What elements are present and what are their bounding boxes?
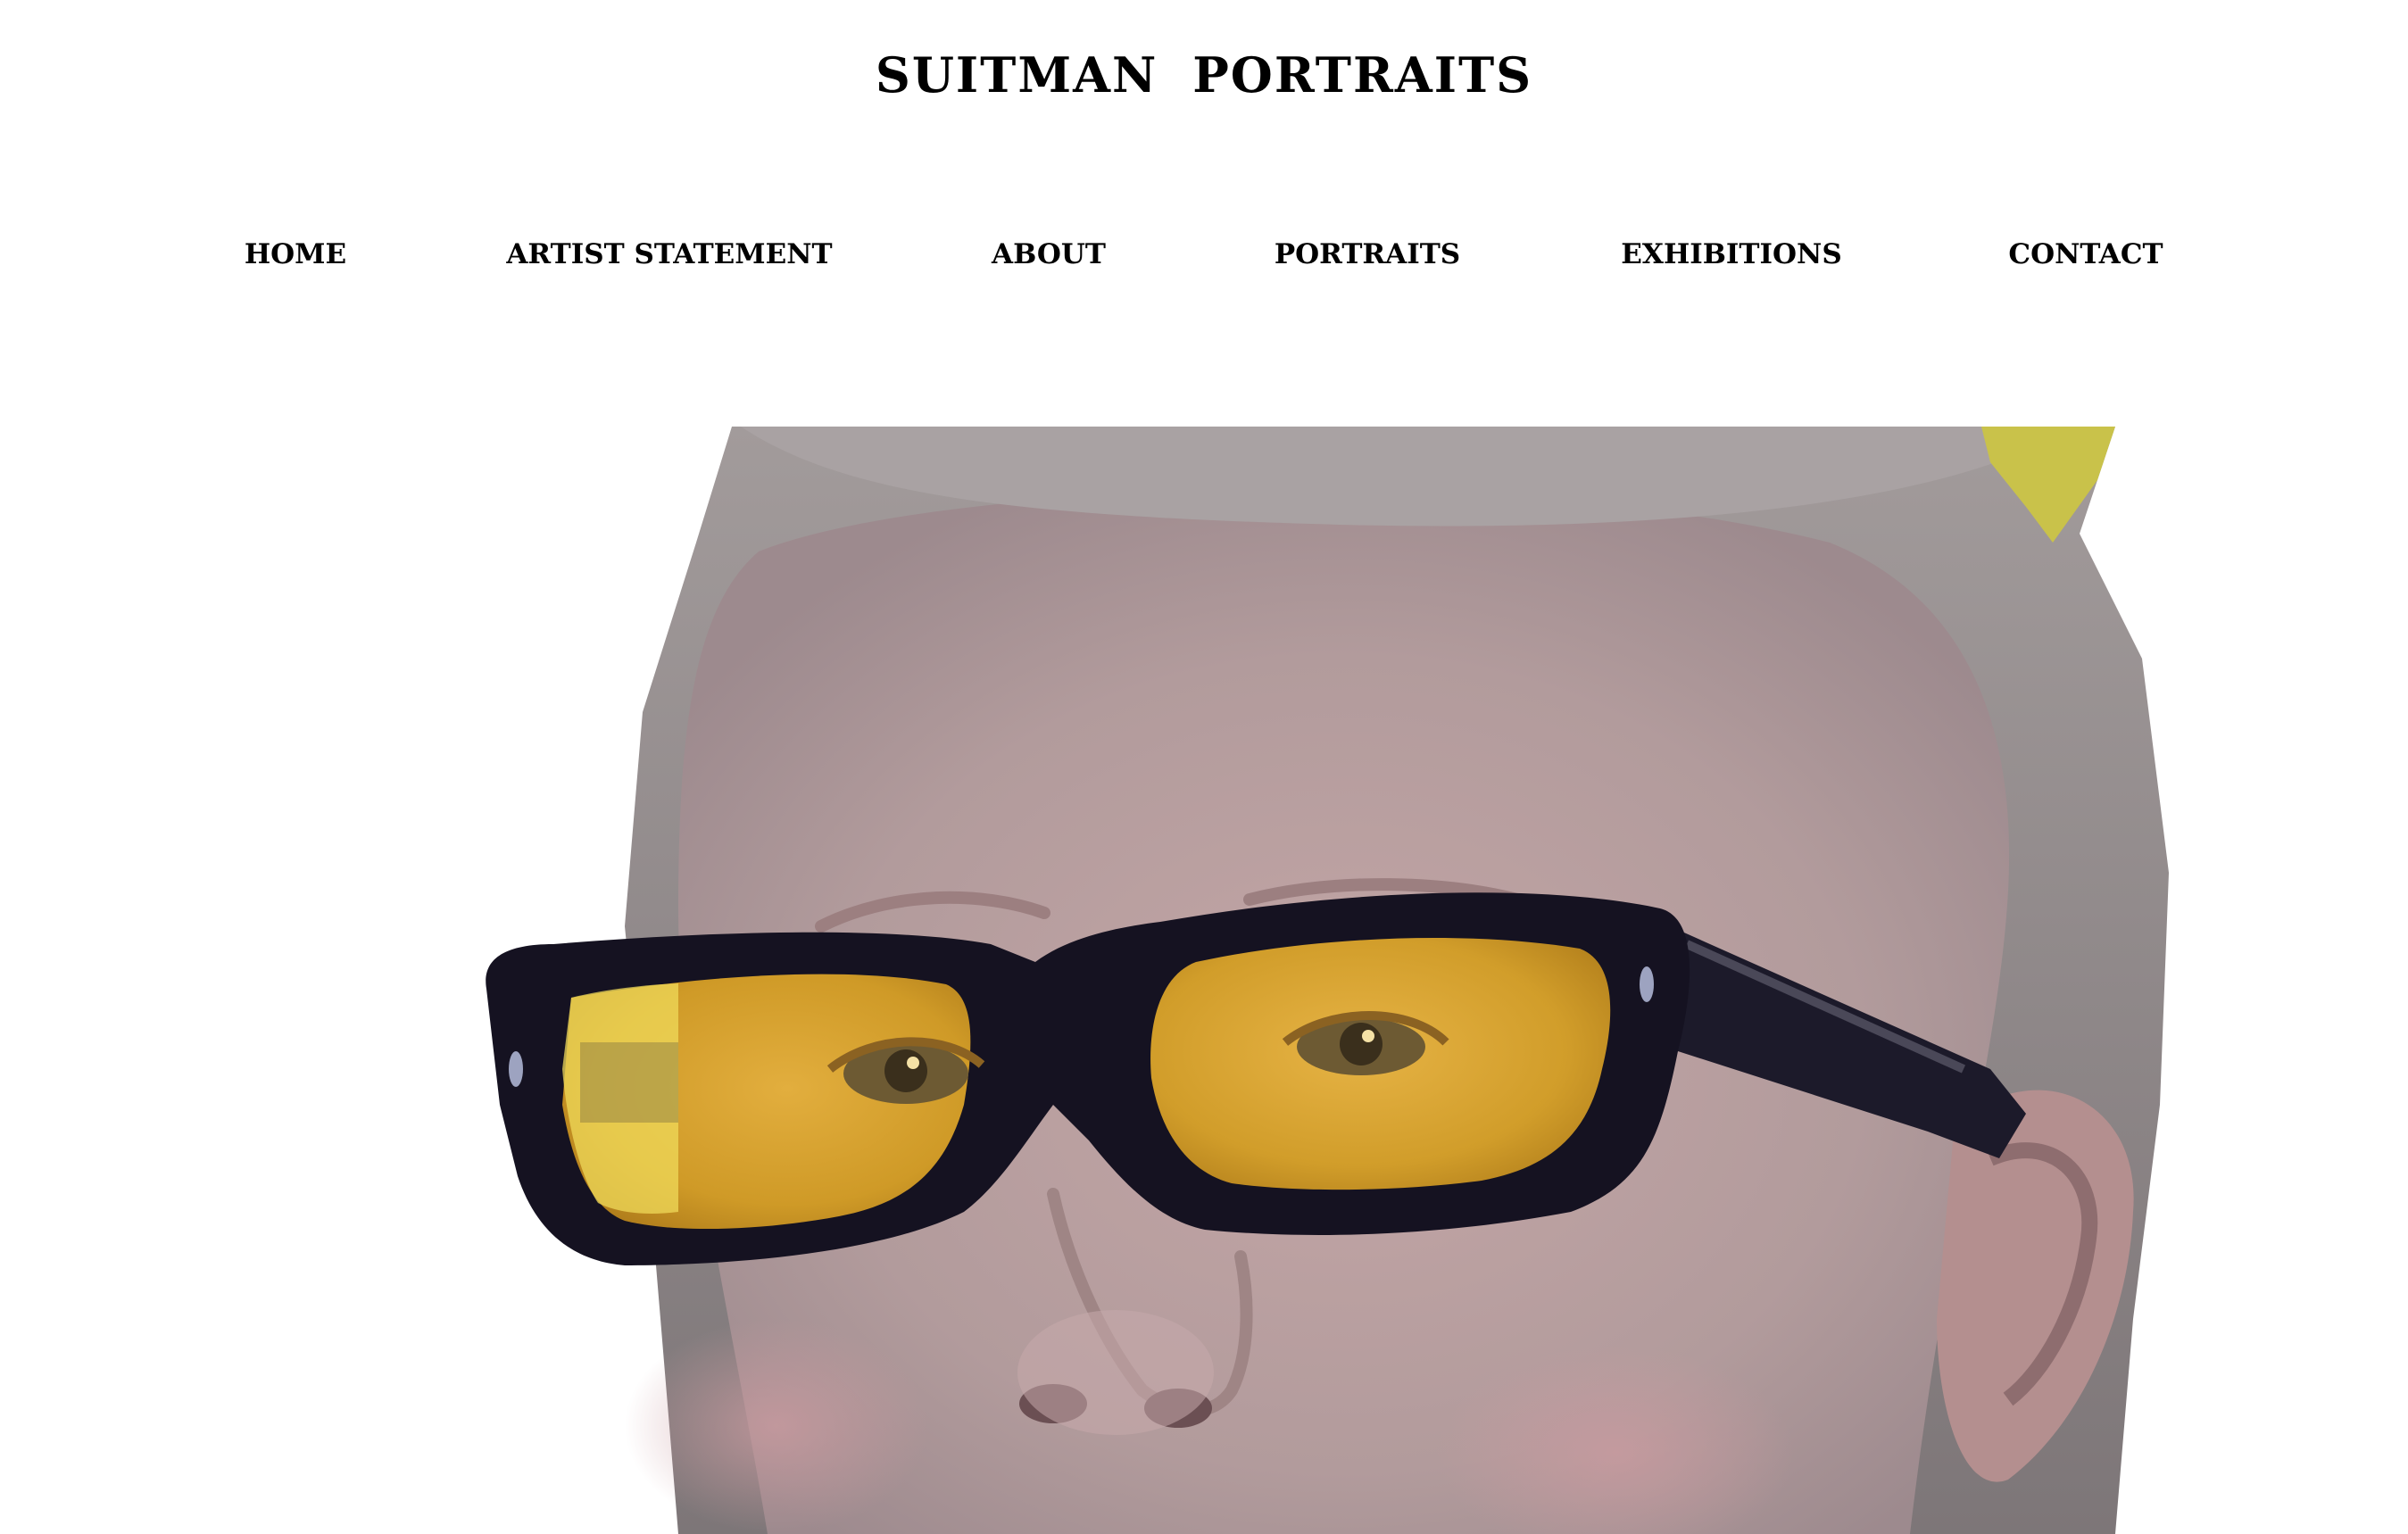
nose-tip <box>1017 1310 1214 1435</box>
hero-section <box>0 427 2408 1534</box>
pupil-right <box>1340 1023 1383 1066</box>
eye-left-glint <box>907 1057 919 1069</box>
cheek-left <box>625 1319 928 1533</box>
nav-item-about[interactable]: ABOUT <box>992 230 1106 278</box>
nav-item-portraits[interactable]: PORTRAITS <box>1275 230 1460 278</box>
nav-item-home[interactable]: HOME <box>245 230 346 278</box>
frame-rivet-right <box>1640 966 1654 1002</box>
nav-item-artist-statement[interactable]: ARTIST STATEMENT <box>506 230 832 278</box>
nav-item-contact[interactable]: CONTACT <box>2008 230 2163 278</box>
main-navigation: HOME ARTIST STATEMENT ABOUT PORTRAITS EX… <box>0 230 2408 278</box>
hero-portrait-image <box>0 427 2408 1534</box>
pupil-left <box>884 1049 927 1092</box>
nav-item-exhibitions[interactable]: EXHIBITIONS <box>1621 230 1841 278</box>
site-title[interactable]: SUITMAN PORTRAITS <box>0 39 2408 111</box>
lens-reflection-dark <box>580 1042 678 1123</box>
frame-rivet-left <box>509 1051 523 1087</box>
eye-right-glint <box>1362 1030 1374 1042</box>
